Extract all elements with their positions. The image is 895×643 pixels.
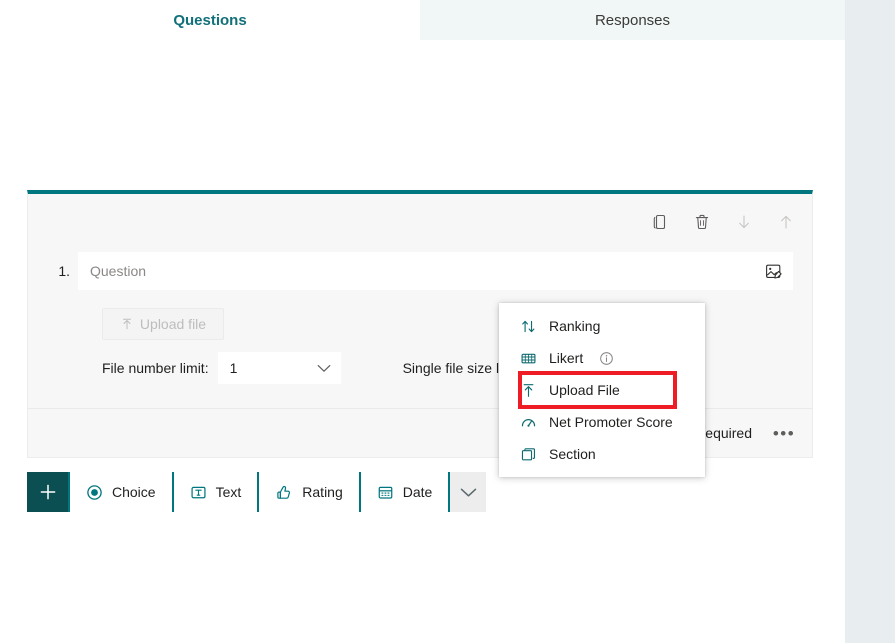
tab-questions-label: Questions: [173, 11, 247, 29]
chevron-down-icon: [317, 360, 331, 376]
menu-item-likert[interactable]: Likert: [499, 342, 705, 374]
ellipsis-icon: •••: [772, 423, 796, 443]
upload-file-label: Upload file: [139, 316, 207, 332]
arrow-up-icon: [781, 215, 791, 229]
add-question-button[interactable]: [27, 472, 68, 512]
menu-item-likert-label: Likert: [549, 350, 584, 366]
main-tabbar: Questions Responses: [0, 0, 845, 40]
tab-responses[interactable]: Responses: [420, 0, 845, 40]
menu-item-upload-file-label: Upload File: [549, 382, 620, 398]
question-type-choice[interactable]: Choice: [68, 472, 172, 512]
plus-icon: [40, 484, 55, 500]
insert-media-button[interactable]: [761, 259, 785, 283]
menu-item-upload-file[interactable]: Upload File: [499, 374, 705, 406]
add-question-toolbar: Choice Text Rating Date: [27, 472, 487, 512]
question-more-options-button[interactable]: •••: [770, 419, 798, 447]
question-type-rating[interactable]: Rating: [257, 472, 359, 512]
delete-question-button[interactable]: [686, 206, 718, 238]
thumbs-up-icon: [275, 483, 293, 501]
menu-item-section[interactable]: Section: [499, 438, 705, 470]
section-stack-icon: [519, 446, 537, 463]
file-number-limit-select[interactable]: 1: [217, 352, 341, 384]
image-edit-icon: [765, 264, 782, 278]
gauge-icon: [519, 414, 537, 431]
right-side-panel: [845, 0, 895, 643]
trash-icon: [695, 214, 709, 230]
likert-grid-icon: [519, 350, 537, 367]
upload-file-preview-button: Upload file: [102, 308, 224, 340]
question-type-choice-label: Choice: [112, 484, 156, 500]
copy-icon: [653, 214, 666, 230]
question-type-date-label: Date: [402, 484, 433, 500]
move-question-up-button[interactable]: [770, 206, 802, 238]
arrow-down-icon: [739, 215, 749, 229]
menu-item-ranking[interactable]: Ranking: [499, 310, 705, 342]
text-box-icon: [190, 484, 207, 501]
file-limits-row: File number limit: 1 Single file size li…: [102, 352, 525, 384]
file-number-limit-label: File number limit:: [102, 360, 209, 376]
question-number: 1.: [58, 263, 70, 279]
move-question-down-button[interactable]: [728, 206, 760, 238]
radio-icon: [86, 484, 103, 501]
upload-arrow-icon: [122, 318, 131, 330]
question-type-menu: Ranking Likert Upload File Net Promoter …: [499, 303, 705, 477]
menu-item-net-promoter-score[interactable]: Net Promoter Score: [499, 406, 705, 438]
forms-editor-root: Questions Responses 1. Question Upload f…: [0, 0, 895, 643]
question-placeholder: Question: [90, 263, 147, 279]
question-title-row: 1. Question: [28, 252, 812, 290]
chevron-down-icon: [460, 488, 477, 497]
menu-item-net-promoter-score-label: Net Promoter Score: [549, 414, 673, 430]
copy-question-button[interactable]: [644, 206, 676, 238]
calendar-icon: [377, 484, 394, 501]
question-type-text[interactable]: Text: [171, 472, 258, 512]
question-text-input[interactable]: Question: [78, 252, 793, 290]
tab-questions[interactable]: Questions: [0, 0, 420, 40]
question-card-toolbar: [644, 206, 802, 238]
question-type-date[interactable]: Date: [358, 472, 449, 512]
info-icon[interactable]: [599, 351, 614, 366]
upload-arrow-icon: [519, 382, 537, 399]
question-type-rating-label: Rating: [302, 484, 343, 500]
tab-responses-label: Responses: [594, 11, 671, 29]
menu-item-section-label: Section: [549, 446, 596, 462]
ranking-arrows-icon: [519, 318, 537, 335]
question-type-text-label: Text: [215, 484, 242, 500]
more-question-types-button[interactable]: [448, 472, 487, 512]
file-number-limit-value: 1: [229, 360, 238, 376]
menu-item-ranking-label: Ranking: [549, 318, 601, 334]
